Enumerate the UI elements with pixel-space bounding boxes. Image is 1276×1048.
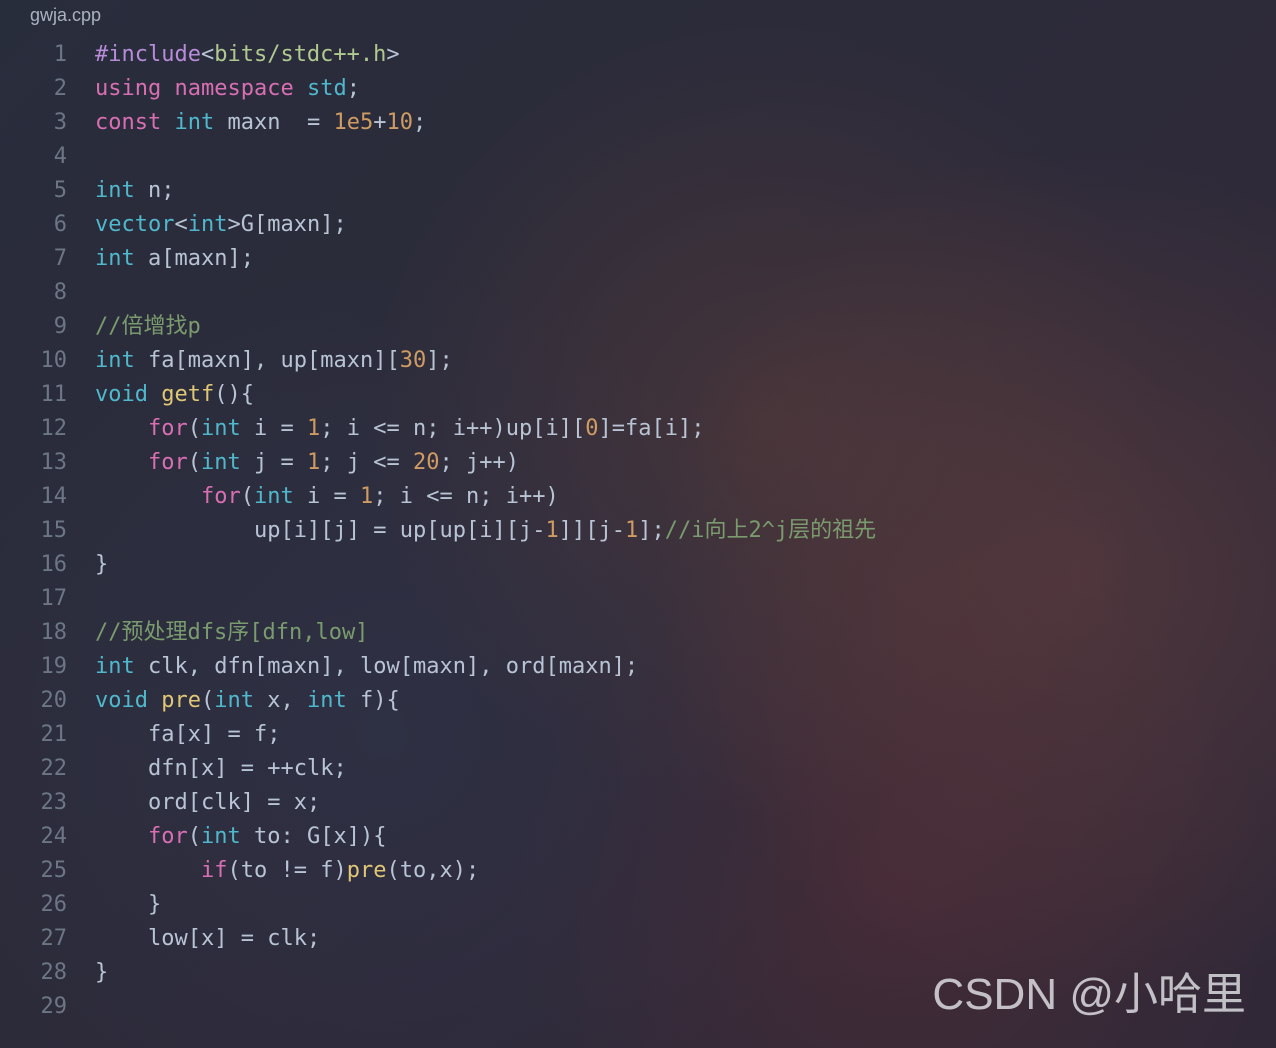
line-number: 6: [0, 208, 95, 242]
line-number: 12: [0, 412, 95, 446]
code-line[interactable]: 11void getf(){: [0, 378, 1276, 412]
code-content[interactable]: up[i][j] = up[up[i][j-1]][j-1];//i向上2^j层…: [95, 514, 876, 548]
code-content[interactable]: vector<int>G[maxn];: [95, 208, 347, 242]
code-content[interactable]: for(int j = 1; j <= 20; j++): [95, 446, 519, 480]
code-content[interactable]: ord[clk] = x;: [95, 786, 320, 820]
code-content[interactable]: int clk, dfn[maxn], low[maxn], ord[maxn]…: [95, 650, 638, 684]
line-number: 13: [0, 446, 95, 480]
line-number: 11: [0, 378, 95, 412]
line-number: 3: [0, 106, 95, 140]
code-content[interactable]: //倍增找p: [95, 310, 201, 344]
line-number: 20: [0, 684, 95, 718]
code-line[interactable]: 8: [0, 276, 1276, 310]
line-number: 22: [0, 752, 95, 786]
code-line[interactable]: 15 up[i][j] = up[up[i][j-1]][j-1];//i向上2…: [0, 514, 1276, 548]
code-content[interactable]: int n;: [95, 174, 175, 208]
line-number: 10: [0, 344, 95, 378]
code-line[interactable]: 14 for(int i = 1; i <= n; i++): [0, 480, 1276, 514]
code-line[interactable]: 1#include<bits/stdc++.h>: [0, 38, 1276, 72]
line-number: 21: [0, 718, 95, 752]
code-content[interactable]: int fa[maxn], up[maxn][30];: [95, 344, 453, 378]
line-number: 7: [0, 242, 95, 276]
line-number: 28: [0, 956, 95, 990]
code-line[interactable]: 23 ord[clk] = x;: [0, 786, 1276, 820]
line-number: 23: [0, 786, 95, 820]
code-content[interactable]: #include<bits/stdc++.h>: [95, 38, 400, 72]
code-line[interactable]: 19int clk, dfn[maxn], low[maxn], ord[max…: [0, 650, 1276, 684]
code-line[interactable]: 10int fa[maxn], up[maxn][30];: [0, 344, 1276, 378]
code-line[interactable]: 21 fa[x] = f;: [0, 718, 1276, 752]
line-number: 27: [0, 922, 95, 956]
line-number: 26: [0, 888, 95, 922]
line-number: 29: [0, 990, 95, 1024]
tab-bar: gwja.cpp: [0, 0, 1276, 30]
code-content[interactable]: }: [95, 956, 108, 990]
line-number: 24: [0, 820, 95, 854]
line-number: 17: [0, 582, 95, 616]
line-number: 4: [0, 140, 95, 174]
line-number: 9: [0, 310, 95, 344]
code-content[interactable]: void getf(){: [95, 378, 254, 412]
code-content[interactable]: int a[maxn];: [95, 242, 254, 276]
code-line[interactable]: 5int n;: [0, 174, 1276, 208]
line-number: 8: [0, 276, 95, 310]
code-content[interactable]: //预处理dfs序[dfn,low]: [95, 616, 368, 650]
code-line[interactable]: 22 dfn[x] = ++clk;: [0, 752, 1276, 786]
code-content[interactable]: low[x] = clk;: [95, 922, 320, 956]
code-line[interactable]: 25 if(to != f)pre(to,x);: [0, 854, 1276, 888]
code-line[interactable]: 4: [0, 140, 1276, 174]
line-number: 19: [0, 650, 95, 684]
tab-file[interactable]: gwja.cpp: [30, 5, 101, 26]
code-line[interactable]: 24 for(int to: G[x]){: [0, 820, 1276, 854]
line-number: 16: [0, 548, 95, 582]
code-content[interactable]: }: [95, 548, 108, 582]
code-line[interactable]: 26 }: [0, 888, 1276, 922]
code-line[interactable]: 16}: [0, 548, 1276, 582]
code-content[interactable]: for(int to: G[x]){: [95, 820, 386, 854]
code-line[interactable]: 12 for(int i = 1; i <= n; i++)up[i][0]=f…: [0, 412, 1276, 446]
line-number: 2: [0, 72, 95, 106]
code-line[interactable]: 6vector<int>G[maxn];: [0, 208, 1276, 242]
line-number: 25: [0, 854, 95, 888]
code-content[interactable]: if(to != f)pre(to,x);: [95, 854, 479, 888]
code-line[interactable]: 17: [0, 582, 1276, 616]
code-line[interactable]: 7int a[maxn];: [0, 242, 1276, 276]
code-line[interactable]: 3const int maxn = 1e5+10;: [0, 106, 1276, 140]
code-content[interactable]: }: [95, 888, 161, 922]
code-line[interactable]: 27 low[x] = clk;: [0, 922, 1276, 956]
code-line[interactable]: 29: [0, 990, 1276, 1024]
code-line[interactable]: 28}: [0, 956, 1276, 990]
code-content[interactable]: for(int i = 1; i <= n; i++): [95, 480, 559, 514]
code-line[interactable]: 2using namespace std;: [0, 72, 1276, 106]
code-line[interactable]: 13 for(int j = 1; j <= 20; j++): [0, 446, 1276, 480]
code-line[interactable]: 9//倍增找p: [0, 310, 1276, 344]
code-content[interactable]: using namespace std;: [95, 72, 360, 106]
code-content[interactable]: void pre(int x, int f){: [95, 684, 400, 718]
line-number: 15: [0, 514, 95, 548]
code-line[interactable]: 18//预处理dfs序[dfn,low]: [0, 616, 1276, 650]
line-number: 5: [0, 174, 95, 208]
code-line[interactable]: 20void pre(int x, int f){: [0, 684, 1276, 718]
code-content[interactable]: for(int i = 1; i <= n; i++)up[i][0]=fa[i…: [95, 412, 704, 446]
line-number: 18: [0, 616, 95, 650]
code-content[interactable]: dfn[x] = ++clk;: [95, 752, 347, 786]
line-number: 1: [0, 38, 95, 72]
code-content[interactable]: fa[x] = f;: [95, 718, 280, 752]
code-editor[interactable]: 1#include<bits/stdc++.h>2using namespace…: [0, 30, 1276, 1024]
line-number: 14: [0, 480, 95, 514]
code-content[interactable]: const int maxn = 1e5+10;: [95, 106, 426, 140]
